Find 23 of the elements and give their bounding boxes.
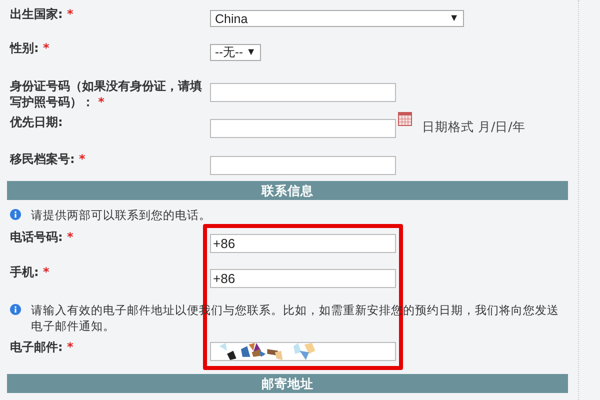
text-field[interactable]: +86 [210, 234, 396, 253]
field-label: 优先日期: [8, 114, 64, 131]
email-field[interactable] [210, 342, 396, 361]
text-field[interactable] [210, 156, 396, 175]
info-note: 请提供两部可以联系到您的电话。 [31, 207, 211, 223]
text-field[interactable] [210, 83, 396, 102]
text-field[interactable]: +86 [210, 269, 396, 288]
field-label: 性别: * [8, 40, 50, 57]
info-icon [10, 304, 21, 315]
field-label: 电子邮件: * [9, 339, 74, 356]
field-label: 身份证号码（如果没有身份证，请填写护照号码）： * [9, 78, 203, 111]
field-label: 电话号码: * [9, 229, 74, 246]
field-label: 手机: * [9, 264, 50, 281]
section-header: 联系信息 [7, 181, 568, 200]
date-format-hint: 日期格式 月/日/年 [422, 119, 526, 136]
section-header: 邮寄地址 [7, 374, 568, 393]
country-dropdown[interactable]: China ▼ [210, 10, 464, 27]
field-label: 出生国家: * [9, 6, 74, 23]
date-field[interactable] [210, 119, 396, 138]
calendar-icon[interactable] [398, 112, 412, 126]
gender-dropdown[interactable]: --无-- ▼ [210, 44, 261, 61]
info-icon [10, 209, 21, 220]
field-label: 移民档案号: * [8, 151, 86, 168]
